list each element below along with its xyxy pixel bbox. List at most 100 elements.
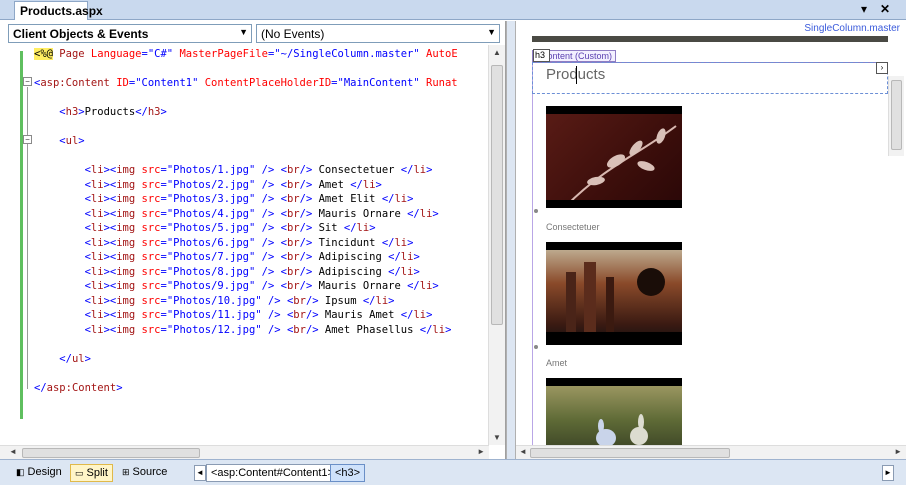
code-line[interactable]	[34, 366, 486, 381]
master-page-label[interactable]: SingleColumn.master	[804, 23, 900, 34]
source-view-button[interactable]: ⊞ Source	[118, 464, 171, 482]
scroll-thumb[interactable]	[491, 65, 503, 325]
code-token: li	[90, 178, 104, 191]
code-line[interactable]: </ul>	[34, 352, 486, 367]
source-horizontal-scrollbar[interactable]: ◄ ►	[0, 445, 489, 459]
scroll-thumb[interactable]	[22, 448, 200, 458]
code-line[interactable]: <li><img src="Photos/6.jpg" /> <br/> Tin…	[34, 236, 486, 251]
code-token: />	[299, 251, 313, 263]
code-token: li	[90, 294, 104, 307]
product-photo-2[interactable]	[546, 242, 682, 345]
events-dropdown[interactable]: (No Events) ▼	[256, 24, 500, 43]
code-token: br	[293, 309, 306, 321]
product-caption-1[interactable]: Consectetuer	[546, 222, 600, 232]
collapse-ul-icon[interactable]: −	[23, 135, 32, 144]
code-line[interactable]: <li><img src="Photos/10.jpg" /> <br/> Ip…	[34, 294, 486, 309]
h3-element-tag[interactable]: h3	[533, 49, 550, 62]
code-line[interactable]: <ul>	[34, 134, 486, 149]
code-token: img	[116, 178, 136, 191]
code-token: li	[394, 236, 408, 249]
code-line[interactable]	[34, 62, 486, 77]
split-view-button[interactable]: ▭ Split	[70, 464, 113, 482]
product-caption-2[interactable]: Amet	[546, 358, 567, 368]
scroll-up-icon[interactable]: ▲	[493, 48, 501, 57]
breadcrumb-content[interactable]: <asp:Content#Content1>	[206, 464, 339, 482]
code-line[interactable]: <h3>Products</h3>	[34, 105, 486, 120]
code-line[interactable]: </asp:Content>	[34, 381, 486, 396]
scroll-right-icon[interactable]: ►	[477, 447, 485, 456]
code-line[interactable]: <li><img src="Photos/8.jpg" /> <br/> Adi…	[34, 265, 486, 280]
code-token: </	[362, 294, 376, 307]
code-line[interactable]	[34, 120, 486, 135]
code-token: ><	[103, 280, 117, 292]
code-token: </	[400, 309, 414, 321]
code-token: img	[116, 280, 136, 292]
code-line[interactable]: <asp:Content ID="Content1" ContentPlaceH…	[34, 76, 486, 91]
scroll-right-icon[interactable]: ►	[894, 447, 902, 456]
code-token: Amet Phasellus	[318, 323, 420, 336]
code-token: img	[116, 265, 136, 278]
code-token: li	[400, 265, 414, 278]
code-token: li	[90, 280, 104, 292]
tab-list-dropdown-icon[interactable]: ▾	[861, 2, 867, 16]
code-token: Runat	[426, 77, 458, 89]
scroll-thumb[interactable]	[530, 448, 730, 458]
code-line[interactable]: <li><img src="Photos/9.jpg" /> <br/> Mau…	[34, 279, 486, 294]
scroll-down-icon[interactable]: ▼	[493, 433, 501, 442]
code-text[interactable]: <%@ Page Language="C#" MasterPageFile="~…	[34, 47, 486, 439]
scroll-thumb[interactable]	[891, 80, 902, 150]
code-token: AutoE	[426, 48, 458, 60]
design-horizontal-scrollbar[interactable]: ◄ ►	[516, 445, 906, 459]
code-token: >	[407, 193, 414, 205]
breadcrumb-h3[interactable]: <h3>	[330, 464, 366, 482]
code-line[interactable]: <li><img src="Photos/2.jpg" /> <br/> Ame…	[34, 178, 486, 193]
code-line[interactable]: <li><img src="Photos/1.jpg" /> <br/> Con…	[34, 163, 486, 178]
code-token: li	[362, 178, 376, 191]
tab-products-aspx[interactable]: Products.aspx	[14, 1, 103, 20]
code-token: />	[261, 207, 275, 220]
code-token: img	[116, 207, 136, 220]
source-vertical-scrollbar[interactable]: ▲ ▼	[488, 45, 505, 445]
code-token: li	[419, 207, 433, 220]
breadcrumb-left-arrow-icon[interactable]: ◄	[194, 465, 206, 481]
code-line[interactable]: <%@ Page Language="C#" MasterPageFile="~…	[34, 47, 486, 62]
scroll-left-icon[interactable]: ◄	[9, 447, 17, 456]
code-line[interactable]	[34, 91, 486, 106]
code-line[interactable]: <li><img src="Photos/12.jpg" /> <br/> Am…	[34, 323, 486, 338]
design-view-pane: SingleColumn.master nContent (Custom) h3…	[516, 21, 906, 459]
smart-tag-icon[interactable]: ›	[876, 62, 888, 74]
client-objects-dropdown[interactable]: Client Objects & Events ▼	[8, 24, 252, 43]
code-token: li	[413, 309, 427, 321]
code-token: Adipiscing	[312, 265, 389, 278]
code-line[interactable]: <li><img src="Photos/11.jpg" /> <br/> Ma…	[34, 308, 486, 323]
code-token: </	[381, 236, 395, 249]
scroll-left-icon[interactable]: ◄	[519, 447, 527, 456]
code-token: />	[305, 294, 319, 307]
design-view-label: Design	[27, 466, 62, 478]
breadcrumb-right-arrow-icon[interactable]: ►	[882, 465, 894, 481]
code-token: li	[413, 164, 427, 176]
code-token: src	[141, 236, 161, 249]
code-token: Ipsum	[318, 294, 363, 307]
design-view-icon: ◧	[16, 467, 25, 477]
design-view-button[interactable]: ◧ Design	[12, 464, 66, 482]
code-line[interactable]: <li><img src="Photos/7.jpg" /> <br/> Adi…	[34, 250, 486, 265]
code-token: >	[432, 280, 439, 292]
code-line[interactable]	[34, 337, 486, 352]
close-tab-icon[interactable]: ✕	[880, 2, 890, 16]
code-token: li	[90, 323, 104, 336]
code-line[interactable]: <li><img src="Photos/3.jpg" /> <br/> Ame…	[34, 192, 486, 207]
collapse-content-icon[interactable]: −	[23, 77, 32, 86]
code-token: src	[141, 309, 161, 321]
product-photo-1[interactable]	[546, 106, 682, 208]
code-line[interactable]	[34, 149, 486, 164]
code-token: ul	[71, 352, 85, 365]
code-line[interactable]: <li><img src="Photos/4.jpg" /> <br/> Mau…	[34, 207, 486, 222]
split-view-divider[interactable]	[506, 21, 516, 459]
design-vertical-scrollbar[interactable]	[888, 76, 904, 156]
code-line[interactable]: <li><img src="Photos/5.jpg" /> <br/> Sit…	[34, 221, 486, 236]
